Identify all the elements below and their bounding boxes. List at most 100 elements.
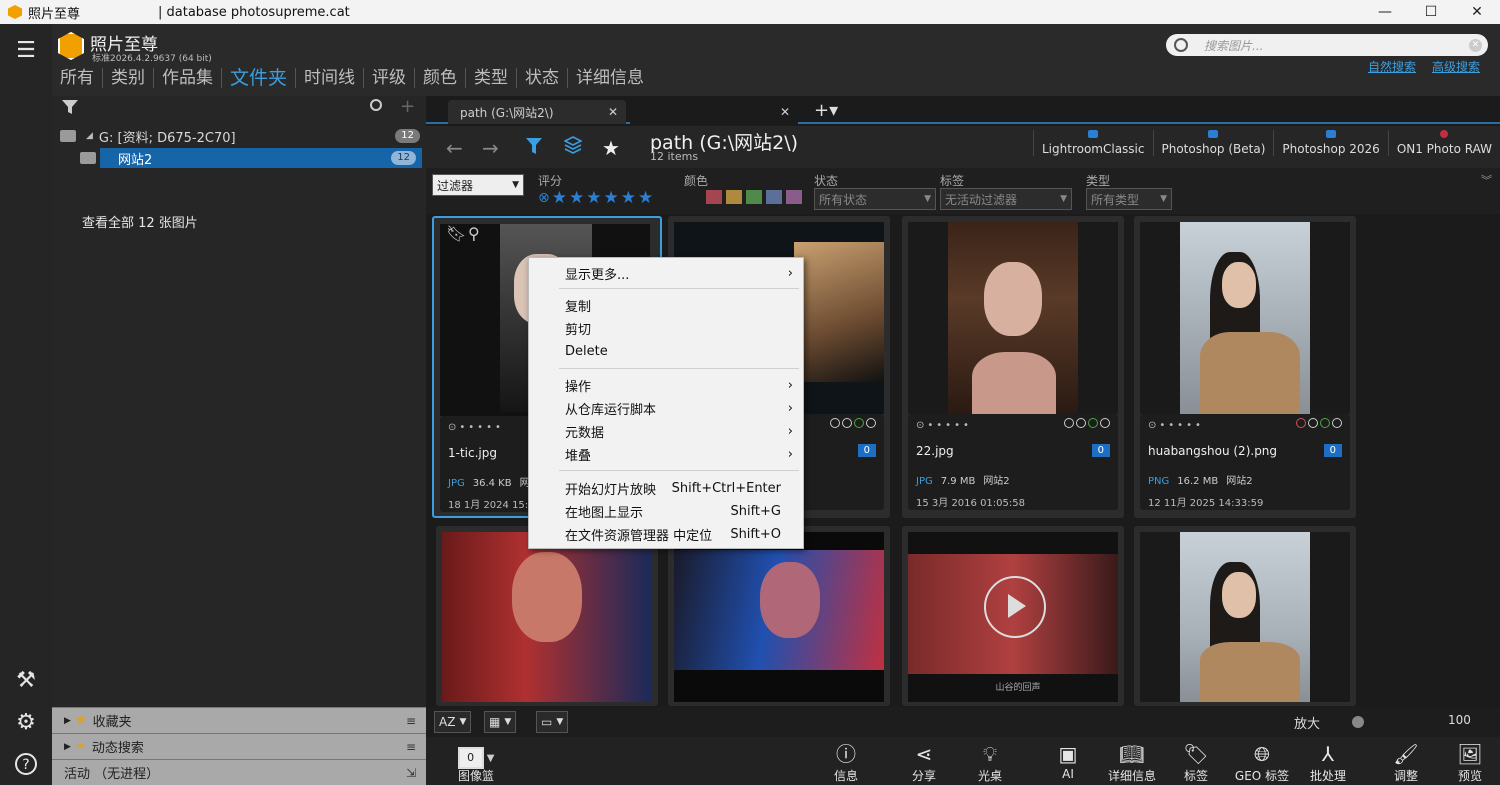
close-window-button[interactable]: ✕ — [1454, 0, 1500, 24]
menu-item-show-more[interactable]: 显示更多... › — [529, 262, 805, 284]
panel-menu-icon[interactable]: ≡ — [406, 714, 416, 728]
close-tab-icon[interactable]: ✕ — [608, 105, 618, 119]
star-icon[interactable]: ★ — [621, 188, 636, 208]
tree-item-website2[interactable]: 网站2 12 — [80, 148, 422, 168]
nav-tab-folders[interactable]: 文件夹 — [222, 68, 295, 88]
preview-button[interactable]: 🖼︎ 预览 — [1442, 741, 1498, 784]
folder-search-icon[interactable] — [370, 99, 382, 111]
thumbnail-image[interactable] — [442, 532, 652, 702]
advanced-search-link[interactable]: 高级搜索 — [1432, 58, 1480, 75]
nav-tab-color[interactable]: 颜色 — [415, 68, 467, 88]
star-icon[interactable]: ★ — [602, 136, 620, 160]
share-button[interactable]: ⋖ 分享 — [896, 741, 952, 784]
lighttable-button[interactable]: 💡︎ 光桌 — [962, 741, 1018, 784]
menu-item-run-script[interactable]: 从仓库运行脚本 › — [529, 397, 805, 419]
nav-tab-categories[interactable]: 类别 — [103, 68, 154, 88]
info-button[interactable]: ⓘ 信息 — [818, 741, 874, 784]
menu-item-cut[interactable]: 剪切 — [529, 317, 805, 339]
thumbnail-card[interactable]: ⊙••••• huabangshou (2).png 0 PNG 16.2 MB 网… — [1134, 216, 1356, 518]
close-tab-icon[interactable]: ✕ — [780, 105, 790, 119]
overlay-button[interactable]: ▭ ▼ — [536, 711, 569, 733]
color-swatch-red[interactable] — [706, 190, 722, 204]
play-icon[interactable] — [1008, 594, 1026, 618]
thumbnail-image[interactable] — [674, 532, 884, 702]
help-icon[interactable]: ? — [12, 750, 40, 778]
color-label-circles[interactable] — [1064, 418, 1110, 428]
tab-path[interactable]: path (G:\网站2\) ✕ — [448, 100, 626, 124]
stack-layers-icon[interactable] — [564, 136, 582, 154]
ai-button[interactable]: ▣ AI — [1040, 741, 1096, 781]
favorites-panel[interactable]: ▶ ★ 收藏夹 ≡ — [52, 707, 426, 733]
clear-rating-icon[interactable]: ⊗ — [538, 190, 550, 206]
menu-icon[interactable]: ☰ — [12, 36, 40, 64]
attachment-icon[interactable]: ⚲ — [468, 224, 480, 243]
menu-item-delete[interactable]: Delete — [529, 340, 805, 362]
zoom-slider[interactable] — [1352, 716, 1364, 728]
settings-gear-icon[interactable]: ⚙ — [12, 708, 40, 736]
batch-button[interactable]: ⅄ 批处理 — [1300, 741, 1356, 784]
add-folder-icon[interactable]: + — [400, 96, 415, 117]
thumbnail-card[interactable]: ⊙••••• 22.jpg 0 JPG 7.9 MB 网站2 15 3月 2016 … — [902, 216, 1124, 518]
star-icon[interactable]: ★ — [586, 188, 601, 208]
nav-tab-all[interactable]: 所有 — [52, 68, 103, 88]
tools-icon[interactable]: ⚒ — [12, 666, 40, 694]
color-swatch-blue[interactable] — [766, 190, 782, 204]
geotag-button[interactable]: 🌐︎ GEO 标签 — [1234, 741, 1290, 784]
thumbnail-image[interactable] — [1140, 222, 1350, 414]
rating-dots[interactable]: ⊙••••• — [1148, 420, 1204, 431]
filter-icon[interactable] — [526, 138, 542, 154]
tags-select[interactable]: 无活动过滤器 ▼ — [940, 188, 1072, 210]
rating-dots[interactable]: ⊙••••• — [448, 422, 504, 433]
collapse-filter-icon[interactable]: ︾ — [1481, 172, 1492, 188]
filter-icon[interactable] — [62, 100, 78, 114]
panel-menu-icon[interactable]: ≡ — [406, 740, 416, 754]
rating-dots[interactable]: ⊙••••• — [916, 420, 972, 431]
app-photoshop-2026[interactable]: Photoshop 2026 — [1273, 130, 1387, 156]
color-swatch-purple[interactable] — [786, 190, 802, 204]
adjust-button[interactable]: 🖌︎ 调整 — [1378, 741, 1434, 784]
thumbnail-image[interactable] — [908, 222, 1118, 414]
star-icon[interactable]: ★ — [638, 188, 653, 208]
thumbnail-card[interactable] — [436, 526, 658, 706]
search-input[interactable]: 搜索图片... ✕ — [1166, 34, 1488, 56]
basket-button[interactable]: 0 ▼ 图像篮 — [448, 741, 504, 784]
nav-tab-portfolios[interactable]: 作品集 — [154, 68, 222, 88]
sort-button[interactable]: AZ ▼ — [434, 711, 472, 733]
nav-tab-status[interactable]: 状态 — [517, 68, 569, 88]
app-on1[interactable]: ON1 Photo RAW — [1387, 130, 1500, 156]
star-icon[interactable]: ★ — [603, 188, 618, 208]
activity-panel[interactable]: 活动 （无进程） ⇲ — [52, 759, 426, 785]
menu-item-locate-in-explorer[interactable]: 在文件资源管理器 中定位 Shift+O — [529, 523, 805, 545]
activity-icon[interactable]: ⇲ — [406, 766, 416, 780]
forward-arrow-icon[interactable]: → — [482, 136, 499, 160]
thumbnail-image[interactable]: 山谷的回声 — [908, 532, 1118, 702]
collapse-arrow-icon[interactable]: ◢ — [86, 131, 93, 141]
thumbnail-card[interactable]: 山谷的回声 — [902, 526, 1124, 706]
color-swatch-green[interactable] — [746, 190, 762, 204]
color-swatch-yellow[interactable] — [726, 190, 742, 204]
color-label-circles[interactable] — [830, 418, 876, 428]
bookmark-icon[interactable]: 🔖︎ — [446, 224, 466, 243]
clear-search-icon[interactable]: ✕ — [1469, 38, 1482, 52]
menu-item-metadata[interactable]: 元数据 › — [529, 420, 805, 442]
nav-tab-timeline[interactable]: 时间线 — [295, 68, 365, 88]
nav-tab-type[interactable]: 类型 — [466, 68, 518, 88]
app-photoshop-beta[interactable]: Photoshop (Beta) — [1152, 130, 1274, 156]
type-select[interactable]: 所有类型 ▼ — [1086, 188, 1172, 210]
view-all-link[interactable]: 查看全部 12 张图片 — [82, 212, 198, 231]
thumbnail-image[interactable] — [1140, 532, 1350, 702]
menu-item-copy[interactable]: 复制 — [529, 294, 805, 316]
layout-button[interactable]: ▦ ▼ — [484, 711, 517, 733]
star-icon[interactable]: ★ — [569, 188, 584, 208]
star-icon[interactable]: ★ — [552, 188, 567, 208]
status-select[interactable]: 所有状态 ▼ — [814, 188, 936, 210]
thumbnail-card[interactable] — [1134, 526, 1356, 706]
nav-tab-details[interactable]: 详细信息 — [568, 68, 652, 88]
color-label-circles[interactable] — [1296, 418, 1342, 428]
tags-button[interactable]: 🏷︎ 标签 — [1168, 741, 1224, 784]
nav-tab-rating[interactable]: 评级 — [364, 68, 416, 88]
app-lightroom[interactable]: LightroomClassic — [1033, 130, 1153, 156]
tree-item-drive[interactable]: ◢ G: [资料; D675-2C70] 12 — [52, 126, 426, 146]
back-arrow-icon[interactable]: ← — [446, 136, 463, 160]
rating-filter[interactable]: ⊗ ★ ★ ★ ★ ★ ★ — [538, 188, 653, 208]
